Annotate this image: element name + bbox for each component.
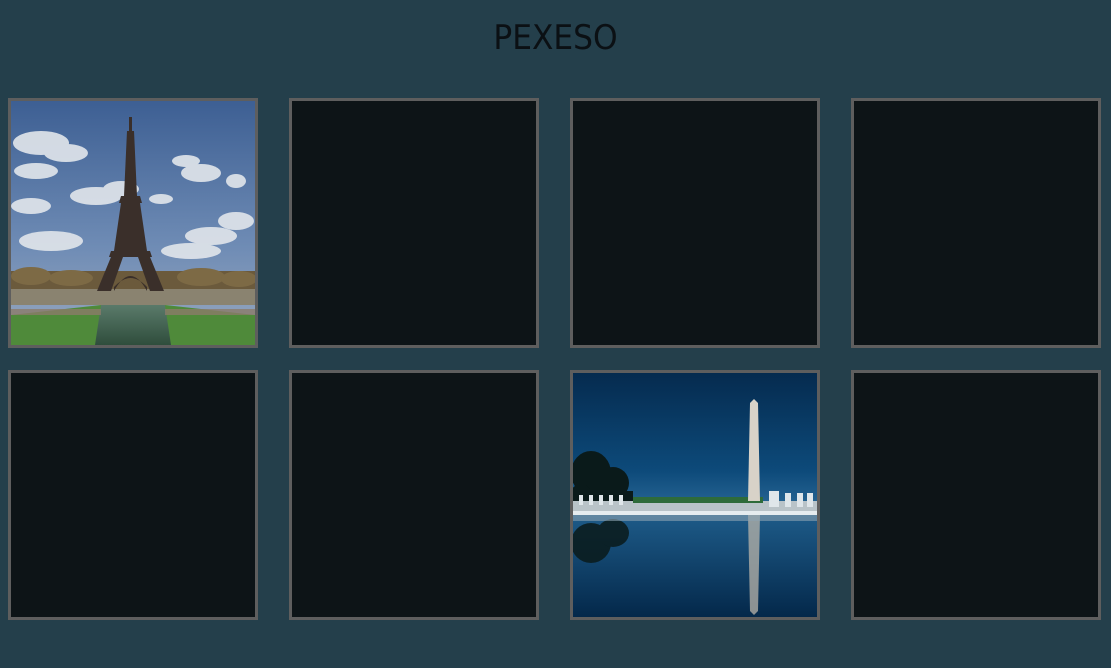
card-eiffel-tower[interactable] bbox=[8, 98, 258, 348]
washington-monument-image bbox=[573, 373, 817, 617]
game-page: PEXESO bbox=[0, 0, 1111, 668]
card-grid bbox=[8, 98, 1102, 620]
eiffel-tower-image bbox=[11, 101, 255, 345]
card-hidden[interactable] bbox=[570, 98, 820, 348]
card-hidden[interactable] bbox=[8, 370, 258, 620]
card-washington-monument[interactable] bbox=[570, 370, 820, 620]
card-hidden[interactable] bbox=[851, 370, 1101, 620]
card-hidden[interactable] bbox=[851, 98, 1101, 348]
card-hidden[interactable] bbox=[289, 370, 539, 620]
page-title: PEXESO bbox=[493, 18, 618, 58]
card-hidden[interactable] bbox=[289, 98, 539, 348]
